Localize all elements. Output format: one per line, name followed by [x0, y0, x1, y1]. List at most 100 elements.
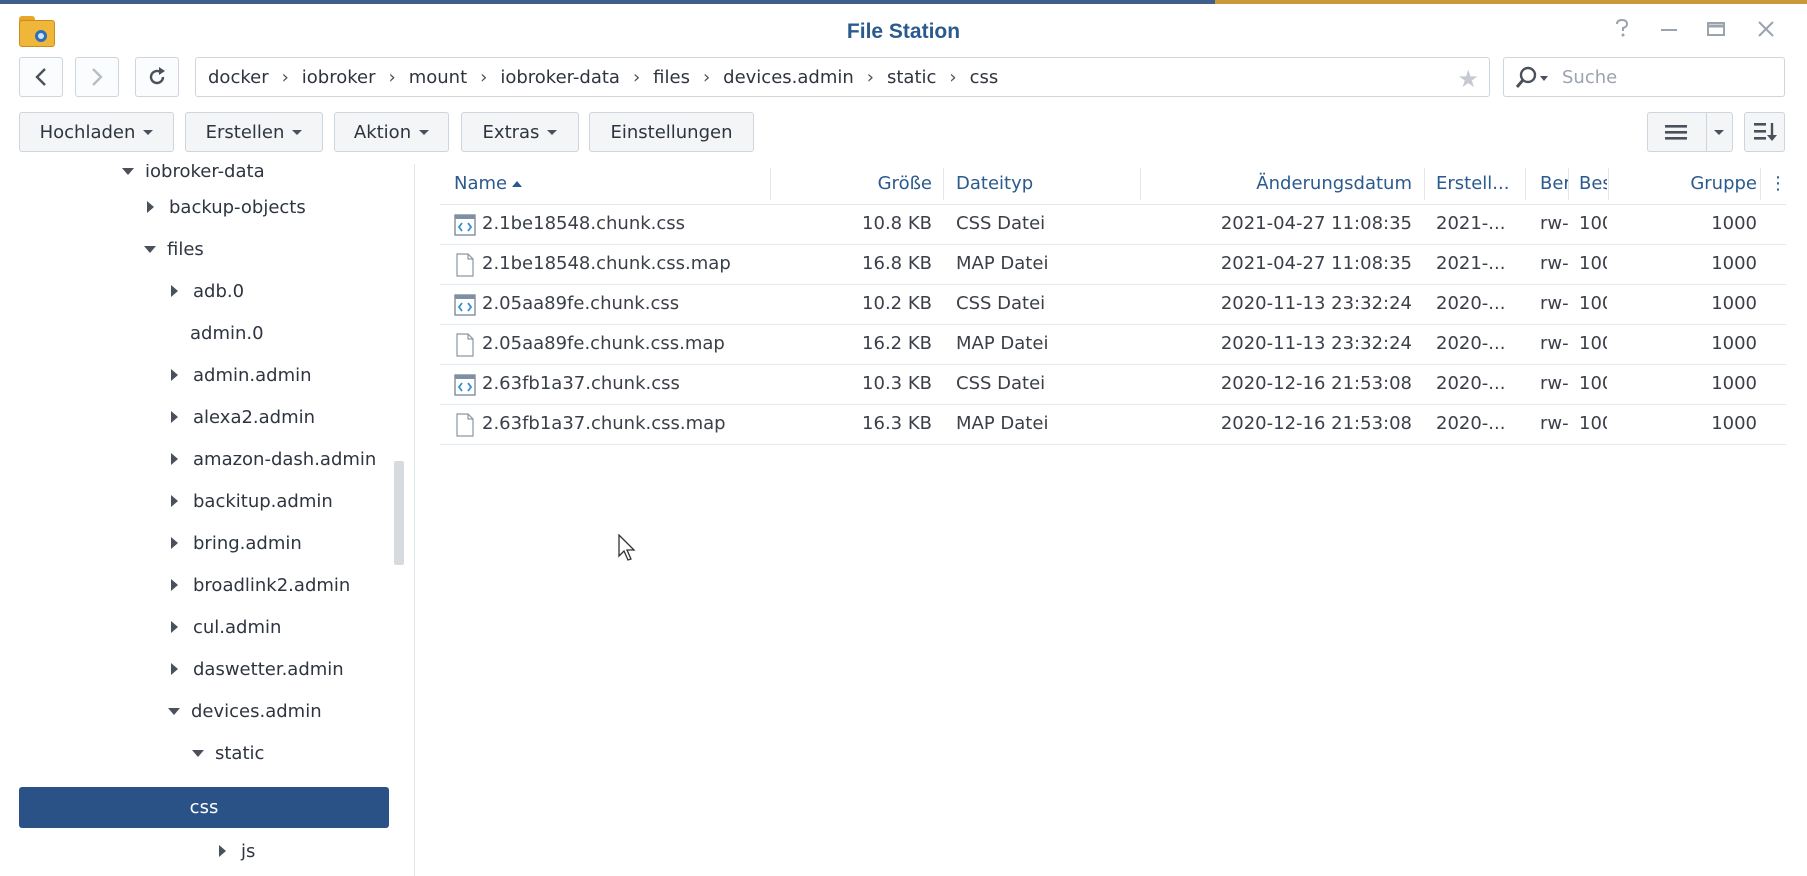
tree-item[interactable]: bring.admin — [171, 524, 302, 562]
file-row[interactable]: 2.1be18548.chunk.css.map 16.8 KB MAP Datei… — [440, 244, 1786, 285]
file-type: MAP Datei — [956, 253, 1049, 274]
collapsed-icon — [147, 201, 154, 213]
column-header-modified[interactable]: Änderungsdatum — [1140, 164, 1412, 204]
breadcrumb-item[interactable]: files — [653, 67, 690, 88]
file-created: 2020-... — [1436, 413, 1506, 434]
sort-button[interactable] — [1744, 112, 1785, 152]
tree-item[interactable]: admin.0 — [190, 314, 264, 352]
maximize-icon[interactable] — [1703, 18, 1729, 44]
file-name: 2.1be18548.chunk.css.map — [482, 253, 731, 274]
search-icon — [1515, 66, 1548, 88]
file-created: 2020-... — [1436, 373, 1506, 394]
file-created: 2021-... — [1436, 213, 1506, 234]
column-options-icon[interactable]: ⋮ — [1769, 164, 1781, 204]
tree-label: broadlink2.admin — [193, 574, 351, 596]
tree-label: backitup.admin — [193, 490, 333, 512]
title-bar[interactable]: File Station — [0, 4, 1807, 56]
back-button[interactable] — [19, 57, 63, 97]
tree-label: iobroker-data — [145, 164, 265, 182]
file-row[interactable]: 2.63fb1a37.chunk.css 10.3 KB CSS Datei 2020… — [440, 364, 1786, 405]
file-group: 1000 — [1711, 253, 1757, 274]
breadcrumb-item[interactable]: iobroker-data — [500, 67, 620, 88]
tree-label: devices.admin — [191, 700, 322, 722]
collapsed-icon — [171, 537, 178, 549]
tree-item-js[interactable]: js — [219, 832, 255, 870]
file-list: Name Größe Dateityp Änderungsdatum Erste… — [440, 164, 1786, 872]
tree-item[interactable]: broadlink2.admin — [171, 566, 350, 604]
close-icon[interactable] — [1753, 18, 1779, 44]
forward-button[interactable] — [75, 57, 119, 97]
help-icon[interactable] — [1609, 18, 1635, 44]
file-size: 16.2 KB — [862, 333, 932, 354]
column-header-owner[interactable]: Bes — [1579, 164, 1607, 204]
column-header-permission[interactable]: Ber — [1540, 164, 1568, 204]
column-header-size[interactable]: Größe — [770, 164, 932, 204]
tree-item-files[interactable]: files — [144, 230, 204, 268]
file-permission: rw- — [1540, 413, 1568, 434]
tree-item-devices-admin[interactable]: devices.admin — [168, 692, 322, 730]
file-group: 1000 — [1711, 213, 1757, 234]
search-field[interactable]: Suche — [1503, 57, 1785, 97]
file-group: 1000 — [1711, 413, 1757, 434]
extras-button[interactable]: Extras — [461, 112, 579, 152]
column-header-created[interactable]: Erstell... — [1436, 164, 1521, 204]
file-row[interactable]: 2.1be18548.chunk.css 10.8 KB CSS Datei 2021… — [440, 204, 1786, 245]
path-bar[interactable]: docker › iobroker › mount › iobroker-data › … — [195, 57, 1490, 97]
file-group: 1000 — [1711, 373, 1757, 394]
file-type: CSS Datei — [956, 213, 1046, 234]
tree-label: amazon-dash.admin — [193, 448, 377, 470]
breadcrumb-item[interactable]: css — [970, 67, 999, 88]
chevron-right-icon: › — [702, 66, 711, 88]
tree-item-static[interactable]: static — [192, 734, 264, 772]
tree-item-iobroker-data[interactable]: iobroker-data — [122, 164, 265, 190]
tree-item[interactable]: adb.0 — [171, 272, 244, 310]
tree-item[interactable]: amazon-dash.admin — [171, 440, 376, 478]
column-header-name[interactable]: Name — [454, 164, 704, 204]
file-group: 1000 — [1711, 293, 1757, 314]
pane-splitter[interactable] — [414, 164, 415, 876]
column-header-type[interactable]: Dateityp — [956, 164, 1136, 204]
file-row[interactable]: 2.05aa89fe.chunk.css 10.2 KB CSS Datei 2020… — [440, 284, 1786, 325]
tree-label-css: css — [189, 797, 219, 818]
breadcrumb-item[interactable]: mount — [409, 67, 467, 88]
file-owner: 100 — [1579, 333, 1607, 354]
tree-item[interactable]: cul.admin — [171, 608, 281, 646]
tree-item-backup-objects[interactable]: backup-objects — [147, 188, 306, 226]
css-file-icon — [454, 293, 476, 317]
tree-item[interactable]: admin.admin — [171, 356, 312, 394]
tree-label: admin.0 — [190, 322, 264, 344]
tree-item[interactable]: backitup.admin — [171, 482, 333, 520]
extras-label: Extras — [482, 121, 540, 143]
action-button[interactable]: Aktion — [334, 112, 449, 152]
file-type: CSS Datei — [956, 293, 1046, 314]
view-mode-button[interactable] — [1647, 112, 1733, 152]
file-row[interactable]: 2.63fb1a37.chunk.css.map 16.3 KB MAP Datei… — [440, 404, 1786, 445]
tree-label: alexa2.admin — [193, 406, 316, 428]
breadcrumb-item[interactable]: static — [887, 67, 936, 88]
generic-file-icon — [454, 253, 476, 277]
favorite-star-icon[interactable]: ★ — [1457, 65, 1479, 93]
collapsed-icon — [171, 285, 178, 297]
breadcrumb-item[interactable]: devices.admin — [723, 67, 854, 88]
tree-item[interactable]: alexa2.admin — [171, 398, 315, 436]
minimize-icon[interactable] — [1656, 18, 1682, 44]
settings-button[interactable]: Einstellungen — [589, 112, 754, 152]
list-view-icon — [1665, 125, 1687, 140]
chevron-right-icon: › — [632, 66, 641, 88]
refresh-button[interactable] — [135, 57, 179, 97]
file-size: 10.8 KB — [862, 213, 932, 234]
caret-down-icon — [1714, 130, 1724, 135]
tree-item[interactable]: daswetter.admin — [171, 650, 344, 688]
file-row[interactable]: 2.05aa89fe.chunk.css.map 16.2 KB MAP Datei… — [440, 324, 1786, 365]
caret-down-icon — [292, 129, 303, 135]
breadcrumb-item[interactable]: iobroker — [302, 67, 376, 88]
expanded-icon — [168, 707, 180, 715]
create-button[interactable]: Erstellen — [185, 112, 323, 152]
settings-label: Einstellungen — [610, 121, 733, 143]
upload-button[interactable]: Hochladen — [19, 112, 174, 152]
tree-label: js — [241, 840, 256, 862]
tree-scrollbar[interactable] — [394, 461, 404, 565]
expanded-icon — [144, 245, 156, 253]
breadcrumb-item[interactable]: docker — [208, 67, 269, 88]
column-header-group[interactable]: Gruppe — [1608, 164, 1757, 204]
